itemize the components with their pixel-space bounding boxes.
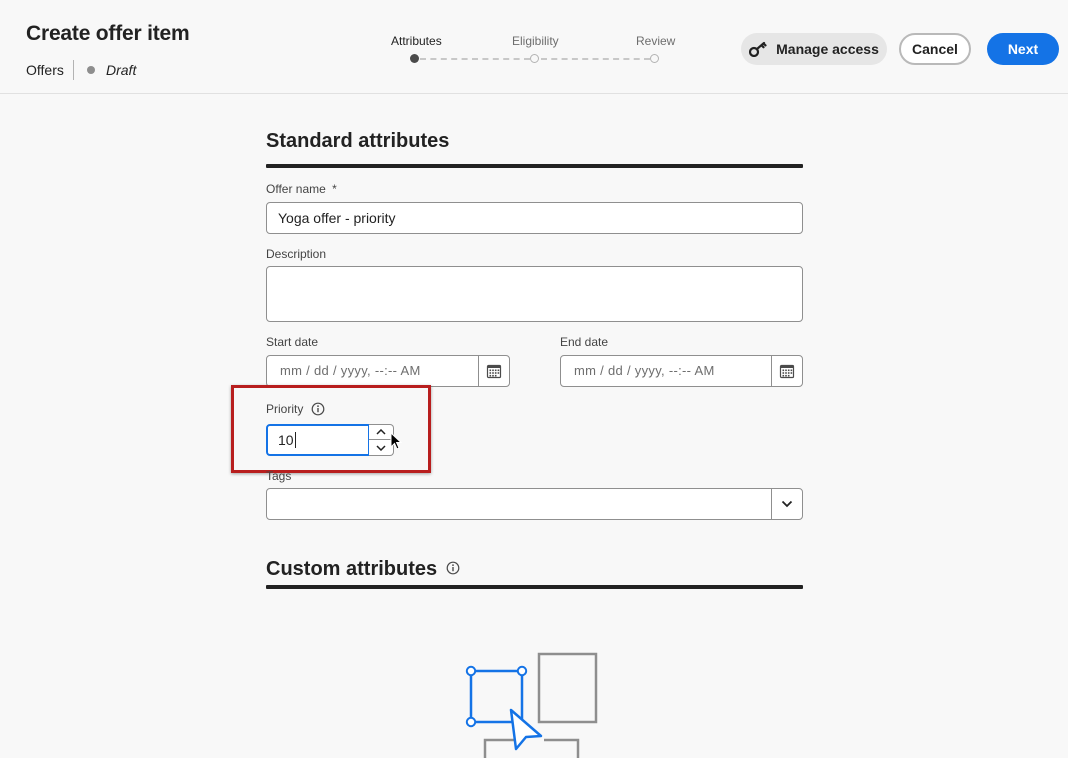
status-dot-icon — [87, 66, 95, 74]
manage-access-button[interactable]: Manage access — [741, 33, 887, 65]
step-attributes-marker — [410, 54, 419, 63]
end-date-label: End date — [560, 335, 609, 349]
page-title: Create offer item — [26, 22, 190, 45]
priority-value: 10 — [278, 432, 294, 448]
info-icon[interactable] — [446, 561, 460, 575]
tags-label: Tags — [266, 469, 292, 483]
step-review-marker — [650, 54, 659, 63]
start-date-placeholder: mm / dd / yyyy, --:-- AM — [280, 363, 421, 378]
offer-name-label-text: Offer name — [266, 182, 326, 196]
end-date-placeholder: mm / dd / yyyy, --:-- AM — [574, 363, 715, 378]
calendar-icon — [486, 364, 502, 379]
step-connector — [541, 58, 650, 60]
end-date-calendar-button[interactable] — [771, 356, 802, 386]
key-icon — [749, 41, 767, 57]
step-connector — [420, 58, 530, 60]
required-asterisk: * — [332, 182, 337, 196]
step-attributes-label[interactable]: Attributes — [391, 34, 442, 48]
step-review-label[interactable]: Review — [636, 34, 675, 48]
text-caret — [294, 432, 296, 448]
chevron-down-icon — [376, 444, 386, 451]
custom-attributes-title: Custom attributes — [266, 558, 438, 580]
info-icon[interactable] — [311, 402, 325, 416]
start-date-calendar-button[interactable] — [478, 356, 509, 386]
description-label: Description — [266, 247, 327, 261]
offer-name-input[interactable]: Yoga offer - priority — [266, 202, 803, 234]
breadcrumb-offers[interactable]: Offers — [26, 62, 64, 78]
page-header: Create offer item Offers Draft Attribute… — [0, 0, 1068, 94]
priority-input[interactable]: 10 — [266, 424, 370, 456]
priority-label-text: Priority — [266, 402, 304, 416]
start-date-label: Start date — [266, 335, 319, 349]
step-eligibility-label[interactable]: Eligibility — [512, 34, 559, 48]
cancel-button[interactable]: Cancel — [899, 33, 971, 65]
tags-dropdown-button[interactable] — [771, 489, 802, 519]
offer-name-value: Yoga offer - priority — [278, 210, 396, 226]
section-divider — [266, 585, 803, 589]
calendar-icon — [779, 364, 795, 379]
start-date-input[interactable]: mm / dd / yyyy, --:-- AM — [266, 355, 510, 387]
chevron-down-icon — [781, 500, 793, 508]
priority-label: Priority — [266, 402, 325, 416]
custom-attributes-heading: Custom attributes — [266, 558, 460, 581]
chevron-up-icon — [376, 429, 386, 435]
breadcrumb-divider — [73, 60, 74, 80]
description-textarea[interactable] — [266, 266, 803, 322]
standard-attributes-heading: Standard attributes — [266, 130, 450, 152]
next-button[interactable]: Next — [987, 33, 1059, 65]
end-date-input[interactable]: mm / dd / yyyy, --:-- AM — [560, 355, 803, 387]
section-divider — [266, 164, 803, 168]
mouse-cursor-icon — [390, 432, 402, 450]
step-eligibility-marker — [530, 54, 539, 63]
manage-access-label: Manage access — [776, 41, 879, 57]
tags-combobox[interactable] — [266, 488, 803, 520]
status-label: Draft — [106, 62, 137, 78]
empty-state-illustration — [465, 652, 598, 758]
offer-name-label: Offer name * — [266, 182, 337, 196]
